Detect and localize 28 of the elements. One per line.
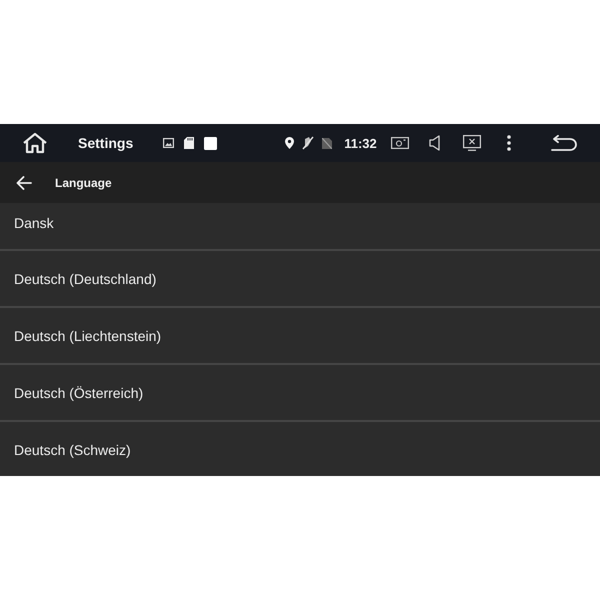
image-icon — [163, 138, 174, 148]
home-icon — [22, 132, 48, 154]
menu-button[interactable] — [506, 135, 511, 151]
language-option[interactable]: Deutsch (Schweiz) — [0, 420, 600, 476]
language-option[interactable]: Dansk — [0, 203, 600, 249]
page-title: Language — [55, 176, 112, 190]
screenshot-button[interactable] — [390, 137, 409, 149]
square-icon — [204, 136, 218, 150]
back-arrow-icon — [16, 176, 32, 190]
screen-title: Settings — [78, 135, 134, 151]
language-option[interactable]: Deutsch (Österreich) — [0, 363, 600, 420]
volume-button[interactable] — [428, 135, 441, 151]
language-option[interactable]: Deutsch (Liechtenstein) — [0, 306, 600, 363]
screen-x-icon — [462, 135, 481, 151]
close-screen-button[interactable] — [462, 135, 481, 151]
clock-time: 11:32 — [344, 136, 377, 150]
home-button[interactable] — [22, 132, 48, 154]
speaker-icon — [428, 135, 441, 151]
language-option[interactable]: Deutsch (Deutschland) — [0, 249, 600, 306]
sd-card-icon — [184, 137, 194, 149]
back-button[interactable] — [16, 176, 32, 190]
return-button[interactable] — [550, 135, 577, 151]
no-sim-icon — [322, 138, 332, 148]
more-vertical-icon — [506, 135, 511, 151]
camera-icon — [390, 137, 409, 149]
muted-icon — [302, 136, 314, 150]
location-pin-icon — [285, 137, 294, 149]
return-arrow-icon — [550, 135, 577, 151]
